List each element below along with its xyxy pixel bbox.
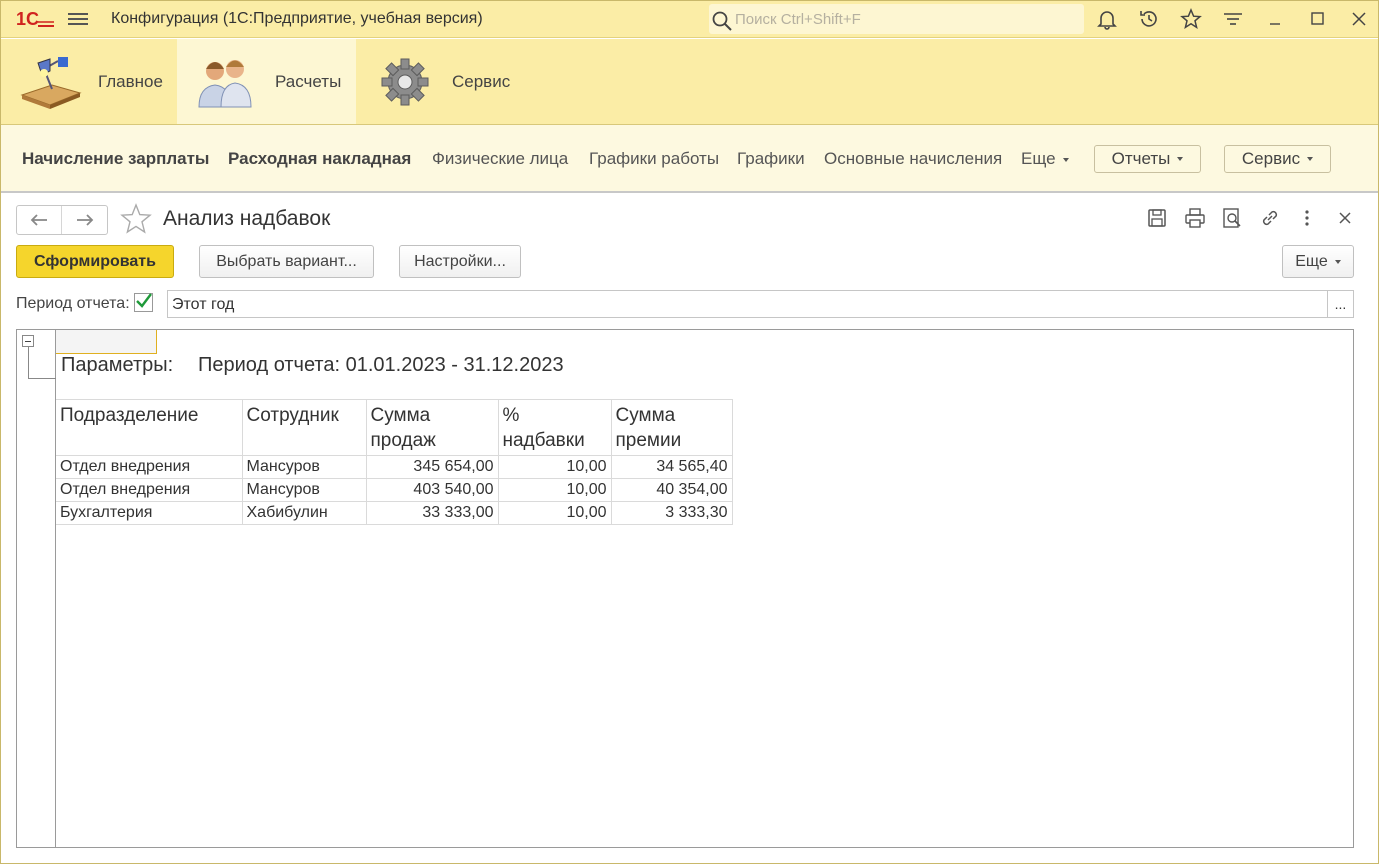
- 1c-logo-icon[interactable]: 1С: [16, 9, 56, 29]
- params-value: Период отчета: 01.01.2023 - 31.12.2023: [198, 354, 564, 376]
- form-more-button[interactable]: Еще: [1282, 245, 1354, 278]
- report-parameters: Параметры: Период отчета: 01.01.2023 - 3…: [61, 354, 564, 377]
- print-icon[interactable]: [1184, 207, 1206, 229]
- link-work-schedules[interactable]: Графики работы: [589, 149, 719, 169]
- cell-percent[interactable]: 10,00: [497, 478, 612, 502]
- save-icon[interactable]: [1146, 207, 1168, 229]
- section-label: Расчеты: [275, 71, 342, 91]
- link-invoice[interactable]: Расходная накладная: [228, 149, 411, 169]
- active-cell[interactable]: [56, 330, 157, 354]
- cell-department[interactable]: Отдел внедрения: [56, 455, 243, 479]
- bell-icon[interactable]: [1096, 8, 1118, 30]
- form-more-label: Еще: [1295, 252, 1328, 270]
- search-box[interactable]: [709, 4, 1084, 34]
- period-input[interactable]: Этот год: [167, 290, 1328, 318]
- section-label: Сервис: [452, 71, 511, 91]
- link-main-accruals[interactable]: Основные начисления: [824, 149, 1002, 169]
- cell-bonus[interactable]: 3 333,30: [610, 501, 733, 525]
- cell-employee[interactable]: Мансуров: [241, 455, 367, 479]
- chevron-down-icon: [1334, 259, 1341, 264]
- sections-panel: Главное Расчеты Сервис: [0, 39, 1379, 125]
- cell-sales[interactable]: 345 654,00: [365, 455, 499, 479]
- service-label: Сервис: [1241, 149, 1301, 168]
- history-icon[interactable]: [1138, 8, 1160, 30]
- period-checkbox[interactable]: [134, 293, 153, 312]
- cell-employee[interactable]: Хабибулин: [241, 501, 367, 525]
- cell-bonus[interactable]: 34 565,40: [610, 455, 733, 479]
- cell-department[interactable]: Бухгалтерия: [56, 501, 243, 525]
- close-form-icon[interactable]: [1334, 207, 1356, 229]
- function-panel: Начисление зарплаты Расходная накладная …: [0, 125, 1379, 193]
- link-payroll[interactable]: Начисление зарплаты: [22, 149, 209, 169]
- column-header: Сотрудник: [241, 399, 367, 456]
- params-label: Параметры:: [61, 354, 174, 376]
- more-menu[interactable]: Еще: [1021, 149, 1069, 169]
- arrow-right-icon: [76, 214, 93, 226]
- settings-button[interactable]: Настройки...: [399, 245, 521, 278]
- section-calculations[interactable]: Расчеты: [177, 39, 356, 124]
- cell-bonus[interactable]: 40 354,00: [610, 478, 733, 502]
- gear-icon: [381, 58, 429, 105]
- table-row: Отдел внедрения Мансуров 403 540,00 10,0…: [56, 478, 733, 502]
- generate-button[interactable]: Сформировать: [16, 245, 174, 278]
- close-window-icon[interactable]: [1348, 8, 1370, 30]
- preview-icon[interactable]: [1221, 207, 1243, 229]
- grouping-gutter: [17, 330, 56, 847]
- functions-menu-icon[interactable]: [1222, 8, 1244, 30]
- form-title: Анализ надбавок: [163, 207, 331, 230]
- table-header-row: Подразделение Сотрудник Сумма продаж % н…: [56, 399, 733, 456]
- section-label: Главное: [98, 71, 163, 91]
- maximize-icon[interactable]: [1306, 8, 1328, 30]
- people-icon: [198, 59, 252, 107]
- section-service[interactable]: Сервис: [356, 39, 536, 124]
- cell-percent[interactable]: 10,00: [497, 455, 612, 479]
- chevron-down-icon: [1062, 157, 1069, 162]
- more-label: Еще: [1021, 149, 1056, 168]
- cell-percent[interactable]: 10,00: [497, 501, 612, 525]
- search-icon: [712, 11, 732, 31]
- more-vertical-icon[interactable]: [1296, 207, 1318, 229]
- forward-button[interactable]: [62, 206, 107, 234]
- group-line: [28, 347, 29, 379]
- link-icon[interactable]: [1259, 207, 1281, 229]
- service-button[interactable]: Сервис: [1224, 145, 1331, 173]
- choose-variant-button[interactable]: Выбрать вариант...: [199, 245, 374, 278]
- cell-sales[interactable]: 403 540,00: [365, 478, 499, 502]
- link-schedules[interactable]: Графики: [737, 149, 805, 169]
- report-table: Подразделение Сотрудник Сумма продаж % н…: [56, 399, 733, 525]
- navigation-buttons: [16, 205, 108, 235]
- arrow-left-icon: [30, 214, 47, 226]
- favorites-star-icon[interactable]: [1180, 8, 1202, 30]
- app-title: Конфигурация (1С:Предприятие, учебная ве…: [111, 10, 483, 27]
- minimize-icon[interactable]: [1264, 8, 1286, 30]
- chevron-down-icon: [1177, 157, 1184, 161]
- column-header: Подразделение: [56, 399, 243, 456]
- column-header: Сумма продаж: [365, 399, 499, 456]
- table-row: Бухгалтерия Хабибулин 33 333,00 10,00 3 …: [56, 501, 733, 525]
- section-main[interactable]: Главное: [0, 39, 177, 124]
- cell-employee[interactable]: Мансуров: [241, 478, 367, 502]
- report-spreadsheet[interactable]: Параметры: Период отчета: 01.01.2023 - 3…: [16, 329, 1354, 848]
- search-input[interactable]: [735, 9, 1075, 29]
- collapse-group-icon[interactable]: [22, 335, 34, 347]
- main-menu-icon[interactable]: [68, 10, 88, 28]
- chevron-down-icon: [1307, 157, 1314, 161]
- period-select-button[interactable]: ...: [1327, 290, 1354, 318]
- title-bar: 1С Конфигурация (1С:Предприятие, учебная…: [0, 0, 1379, 38]
- svg-text:1С: 1С: [16, 9, 39, 29]
- column-header: % надбавки: [497, 399, 612, 456]
- reports-label: Отчеты: [1111, 149, 1171, 168]
- period-label: Период отчета:: [16, 295, 130, 312]
- cell-sales[interactable]: 33 333,00: [365, 501, 499, 525]
- table-row: Отдел внедрения Мансуров 345 654,00 10,0…: [56, 455, 733, 479]
- back-button[interactable]: [17, 206, 63, 234]
- reports-button[interactable]: Отчеты: [1094, 145, 1201, 173]
- cell-department[interactable]: Отдел внедрения: [56, 478, 243, 502]
- checkmark-icon: [136, 293, 152, 308]
- link-individuals[interactable]: Физические лица: [432, 149, 568, 169]
- column-header: Сумма премии: [610, 399, 733, 456]
- desk-lamp-icon: [20, 56, 82, 109]
- star-icon[interactable]: [120, 203, 152, 235]
- group-line: [28, 378, 56, 379]
